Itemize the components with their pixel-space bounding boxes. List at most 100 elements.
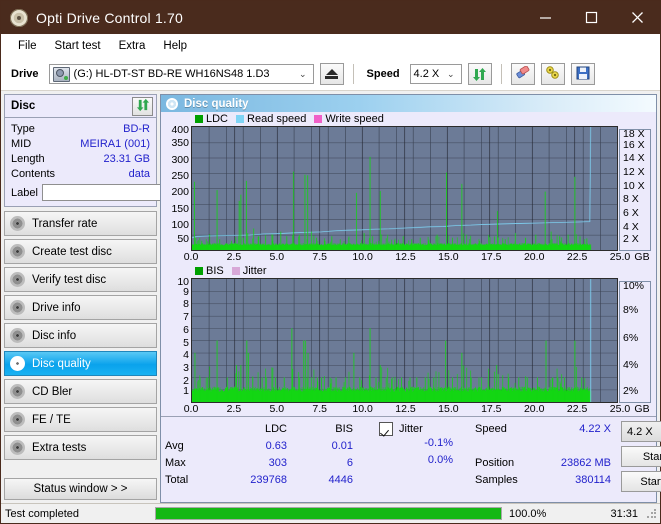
axis-tick: 2.5 xyxy=(226,251,242,263)
axis-tick: 10 X xyxy=(623,179,645,192)
progress-bar xyxy=(155,507,502,520)
samples-value: 380114 xyxy=(575,473,611,486)
menu-help[interactable]: Help xyxy=(154,38,196,54)
axis-tick: 20.0 xyxy=(523,403,545,415)
axis-tick: 15.0 xyxy=(438,403,459,415)
jitter-header: Jitter xyxy=(379,420,453,437)
bis-y-axis-left: 10 9 8 7 6 5 4 3 2 1 xyxy=(163,277,191,403)
nav-disc-quality[interactable]: Disc quality xyxy=(4,351,157,376)
nav-transfer-rate[interactable]: Transfer rate xyxy=(4,211,157,236)
axis-tick: 10% xyxy=(623,280,645,292)
menu-extra[interactable]: Extra xyxy=(110,38,155,54)
nav-fe-te[interactable]: FE / TE xyxy=(4,407,157,432)
start-full-button[interactable]: Start full xyxy=(621,446,661,467)
legend-item-ldc: LDC xyxy=(195,113,228,125)
stats-row-label: Avg xyxy=(165,439,184,452)
axis-tick: 8 xyxy=(183,298,189,311)
axis-tick: 7 xyxy=(183,311,189,324)
axis-tick: 300 xyxy=(171,153,189,166)
axis-tick: 4% xyxy=(623,359,639,372)
axis-tick: 6% xyxy=(623,331,639,344)
speed-select[interactable]: 4.2 X ⌄ xyxy=(409,64,462,84)
bis-y-axis-right: 10% 8% 6% 4% 2% xyxy=(619,281,651,403)
drive-select[interactable]: (G:) HL-DT-ST BD-RE WH16NS48 1.D3 ⌄ xyxy=(48,64,314,84)
eject-button[interactable] xyxy=(319,63,344,85)
ldc-chart xyxy=(191,126,618,251)
nav-label: FE / TE xyxy=(32,413,71,426)
legend-label: Write speed xyxy=(325,113,384,125)
nav-cd-bler[interactable]: CD Bler xyxy=(4,379,157,404)
jitter-checkbox[interactable] xyxy=(379,421,393,436)
erase-button[interactable] xyxy=(510,63,535,85)
axis-tick: 400 xyxy=(171,124,189,136)
jitter-max: 0.0% xyxy=(427,454,453,466)
nav-create-test-disc[interactable]: Create test disc xyxy=(4,239,157,264)
maximize-icon[interactable] xyxy=(568,1,614,34)
ldc-y-axis-left: 400 350 300 250 200 150 100 50 xyxy=(163,124,191,251)
legend-item-bis: BIS xyxy=(195,265,224,277)
disc-type-label: Type xyxy=(11,122,35,135)
axis-tick: 3 xyxy=(183,362,189,375)
ldc-y-axis-right: 18 X 16 X 14 X 12 X 10 X8 X6 X4 X2 X xyxy=(619,129,651,251)
disc-icon xyxy=(10,244,25,259)
axis-unit-label: GB xyxy=(634,251,650,263)
axis-tick: 22.5 xyxy=(566,251,588,263)
axis-tick: 0.0 xyxy=(183,403,199,415)
axis-tick: 5 xyxy=(183,336,189,349)
speed-row: Speed 4.22 X xyxy=(475,420,611,437)
test-speed-value: 4.2 X xyxy=(627,425,653,438)
chevron-down-icon: ⌄ xyxy=(447,68,455,79)
legend-item-jitter: Jitter xyxy=(231,265,267,277)
axis-tick: 12 X xyxy=(623,166,645,179)
disc-type-value: BD-R xyxy=(123,122,150,135)
axis-tick: 4 X xyxy=(623,220,639,233)
disc-label-row: Label xyxy=(11,184,192,201)
disc-length-label: Length xyxy=(11,152,45,165)
stats-row-label: Total xyxy=(165,473,189,486)
resize-grip-icon[interactable] xyxy=(646,507,658,520)
status-window-button[interactable]: Status window > > xyxy=(4,478,157,500)
app-window: Opti Drive Control 1.70 File Start test … xyxy=(0,0,661,524)
disc-refresh-button[interactable] xyxy=(132,96,153,116)
panel-header: Disc quality xyxy=(161,95,656,112)
nav-label: Disc info xyxy=(32,329,77,342)
nav-list: Transfer rate Create test disc Verify te… xyxy=(4,211,157,460)
axis-tick: 25.0 xyxy=(609,403,631,415)
refresh-arrows-icon xyxy=(136,98,150,115)
legend-item-read-speed: Read speed xyxy=(236,113,306,125)
minimize-icon[interactable] xyxy=(522,1,568,34)
nav-verify-test-disc[interactable]: Verify test disc xyxy=(4,267,157,292)
speed-column: Speed 4.22 X Position 23862 MB Samples 3… xyxy=(475,420,611,502)
nav-label: CD Bler xyxy=(32,385,73,398)
menu-start-test[interactable]: Start test xyxy=(46,38,110,54)
wrench-icon xyxy=(545,65,561,83)
legend-bis: BIS Jitter xyxy=(163,264,654,278)
nav-disc-info[interactable]: Disc info xyxy=(4,323,157,348)
nav-drive-info[interactable]: Drive info xyxy=(4,295,157,320)
axis-tick: 10.0 xyxy=(352,251,373,263)
refresh-button[interactable] xyxy=(467,63,492,85)
axis-tick: 20.0 xyxy=(523,251,545,263)
save-button[interactable] xyxy=(570,63,595,85)
start-part-button[interactable]: Start part xyxy=(621,471,661,492)
disc-mid-value: MEIRA1 (001) xyxy=(80,137,150,150)
ldc-plot-wrap: 400 350 300 250 200 150 100 50 18 X 16 X 14 X 12 X… xyxy=(163,124,654,251)
nav-label: Verify test disc xyxy=(32,273,107,286)
menu-file[interactable]: File xyxy=(9,38,46,54)
axis-tick: 16 X xyxy=(623,138,645,151)
tools-button[interactable] xyxy=(540,63,565,85)
close-icon[interactable] xyxy=(614,1,660,34)
stats-panel: LDC BIS Avg 0.63 0.01 Max 303 6 Total 23… xyxy=(161,416,661,502)
test-speed-select[interactable]: 4.2 X ⌄ xyxy=(621,421,661,442)
stats-table: LDC BIS Avg 0.63 0.01 Max 303 6 Total 23… xyxy=(165,420,353,502)
nav-extra-tests[interactable]: Extra tests xyxy=(4,435,157,460)
axis-tick: 200 xyxy=(171,186,189,199)
disc-length-value: 23.31 GB xyxy=(103,152,150,165)
stats-avg-bis: 0.01 xyxy=(331,439,353,452)
legend-label: Jitter xyxy=(242,265,267,277)
stats-max-ldc: 303 xyxy=(268,456,287,469)
axis-tick: 5.0 xyxy=(269,251,285,263)
stats-row-label: Max xyxy=(165,456,186,469)
nav-label: Extra tests xyxy=(32,441,87,454)
nav-label: Drive info xyxy=(32,301,81,314)
